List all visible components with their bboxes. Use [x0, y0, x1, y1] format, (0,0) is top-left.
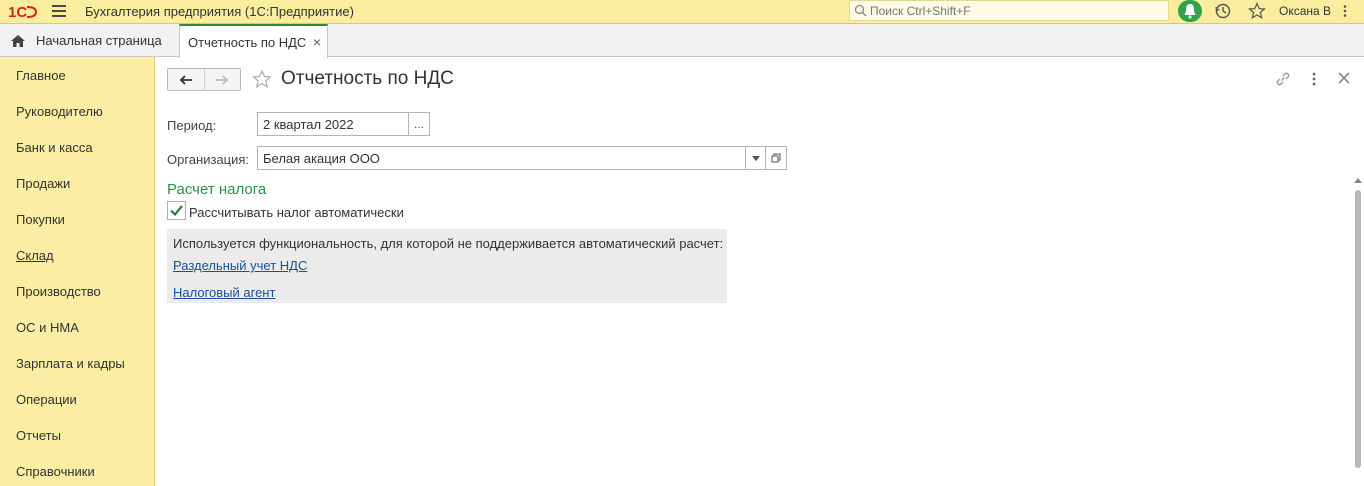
page-title: Отчетность по НДС [281, 68, 454, 89]
tab-home-label: Начальная страница [36, 33, 162, 48]
auto-calc-checkbox[interactable] [167, 201, 186, 220]
favorites-star-icon[interactable] [1248, 2, 1266, 20]
tab-bar: Начальная страница Отчетность по НДС × [0, 24, 1364, 58]
sidebar-item-fixed-assets[interactable]: ОС и НМА [16, 320, 79, 335]
unsupported-features-box: Используется функциональность, для котор… [167, 229, 727, 303]
arrow-right-icon [216, 74, 229, 85]
unsupported-features-text: Используется функциональность, для котор… [173, 236, 724, 251]
tab-home[interactable]: Начальная страница [0, 24, 172, 57]
sidebar-item-manager[interactable]: Руководителю [16, 104, 103, 119]
scroll-up-arrow-icon[interactable] [1354, 178, 1362, 183]
scroll-thumb[interactable] [1355, 190, 1361, 468]
tab-close-icon[interactable]: × [313, 34, 321, 50]
period-select-button[interactable]: ... [408, 112, 430, 136]
organization-field[interactable] [257, 146, 746, 170]
organization-open-button[interactable] [765, 146, 787, 170]
tax-calc-section-title: Расчет налога [167, 181, 267, 198]
auto-calc-label[interactable]: Рассчитывать налог автоматически [189, 205, 404, 220]
link-icon[interactable] [1274, 70, 1292, 88]
tab-vat-reporting-label: Отчетность по НДС [188, 34, 307, 50]
1c-logo[interactable]: 1С [8, 3, 38, 20]
global-search[interactable] [849, 0, 1169, 21]
tax-agent-link[interactable]: Налоговый агент [173, 285, 275, 300]
sidebar-item-bank[interactable]: Банк и касса [16, 140, 93, 155]
sidebar-item-operations[interactable]: Операции [16, 392, 77, 407]
period-label: Период: [167, 118, 217, 133]
more-menu-icon[interactable] [1338, 4, 1352, 18]
sidebar: Главное Руководителю Банк и касса Продаж… [0, 57, 155, 486]
form-more-icon[interactable] [1306, 70, 1322, 88]
form-close-icon[interactable] [1336, 70, 1352, 86]
open-window-icon [771, 153, 781, 163]
svg-text:1С: 1С [8, 4, 27, 20]
sidebar-item-directories[interactable]: Справочники [16, 464, 95, 479]
forward-button[interactable] [203, 69, 240, 90]
history-icon[interactable] [1214, 2, 1232, 20]
sidebar-item-main[interactable]: Главное [16, 68, 66, 83]
period-field[interactable] [257, 112, 409, 136]
favorite-star-icon[interactable] [252, 69, 272, 89]
main-menu-icon[interactable] [52, 5, 66, 17]
app-title: Бухгалтерия предприятия (1С:Предприятие) [85, 4, 354, 19]
nav-buttons [167, 68, 241, 91]
sidebar-item-production[interactable]: Производство [16, 284, 101, 299]
top-bar: 1С Бухгалтерия предприятия (1С:Предприят… [0, 0, 1364, 24]
back-button[interactable] [168, 69, 204, 90]
search-input[interactable] [870, 1, 1160, 20]
separate-vat-link[interactable]: Раздельный учет НДС [173, 258, 307, 273]
home-icon [11, 34, 25, 47]
notifications-bell-icon[interactable] [1178, 0, 1202, 22]
sidebar-item-warehouse[interactable]: Склад [16, 248, 54, 263]
search-icon [854, 4, 867, 17]
tab-vat-reporting[interactable]: Отчетность по НДС × [179, 24, 328, 58]
form-area: Отчетность по НДС Период: ... Организаци… [156, 58, 1364, 486]
checkmark-icon [170, 205, 183, 217]
sidebar-item-sales[interactable]: Продажи [16, 176, 70, 191]
organization-label: Организация: [167, 152, 250, 167]
sidebar-item-reports[interactable]: Отчеты [16, 428, 61, 443]
current-user[interactable]: Оксана В [1279, 4, 1331, 18]
vertical-scrollbar[interactable] [1353, 116, 1363, 486]
sidebar-item-payroll[interactable]: Зарплата и кадры [16, 356, 125, 371]
chevron-down-icon [751, 155, 760, 161]
organization-dropdown-button[interactable] [745, 146, 766, 170]
sidebar-item-purchases[interactable]: Покупки [16, 212, 65, 227]
arrow-left-icon [179, 74, 192, 85]
